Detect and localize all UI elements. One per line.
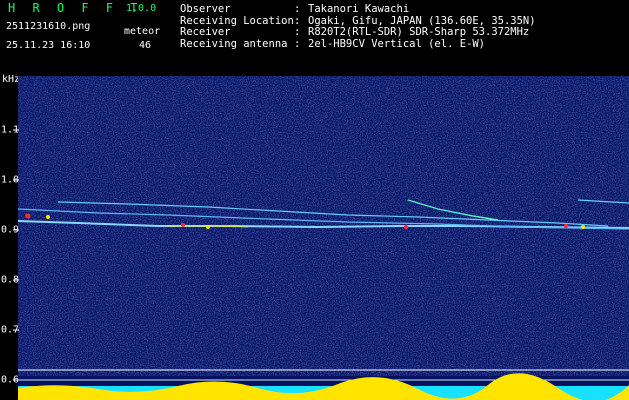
info-row-antenna: Receiving antenna:2el-HB9CV Vertical (el… bbox=[180, 37, 536, 51]
header-panel: H R O F F T 1.0.0 2511231610.png meteor … bbox=[0, 0, 629, 76]
info-sep: : bbox=[294, 3, 301, 15]
signal-hotspot bbox=[25, 213, 31, 219]
signal-hotspot bbox=[581, 225, 585, 229]
info-value: Ogaki, Gifu, JAPAN (136.60E, 35.35N) bbox=[308, 14, 536, 27]
station-info: Observer: Takanori Kawachi Receiving Loca… bbox=[180, 3, 536, 51]
signal-hotspot bbox=[206, 225, 210, 229]
app-title: H R O F F T bbox=[8, 1, 143, 15]
meteor-count: 46 bbox=[139, 40, 152, 51]
signal-hotspot bbox=[403, 224, 409, 230]
y-tick-marks bbox=[13, 129, 19, 381]
info-value: R820T2(RTL-SDR) SDR-Sharp 53.372MHz bbox=[308, 26, 530, 38]
info-value: 2el-HB9CV Vertical (el. E-W) bbox=[308, 37, 486, 50]
info-value: Takanori Kawachi bbox=[308, 3, 410, 15]
info-key: Observer bbox=[180, 3, 231, 15]
signal-hotspot bbox=[563, 223, 569, 229]
info-sep: : bbox=[294, 26, 301, 38]
info-sep: : bbox=[294, 37, 301, 50]
info-key: Receiver bbox=[180, 26, 231, 38]
signal-hotspot bbox=[46, 215, 50, 219]
meteor-label: meteor bbox=[124, 26, 161, 37]
spectrogram bbox=[18, 76, 629, 400]
signal-hotspot bbox=[181, 223, 185, 227]
app-version: 1.0.0 bbox=[126, 3, 157, 14]
info-key: Receiving antenna bbox=[180, 37, 288, 50]
spectrogram-svg bbox=[18, 76, 629, 400]
